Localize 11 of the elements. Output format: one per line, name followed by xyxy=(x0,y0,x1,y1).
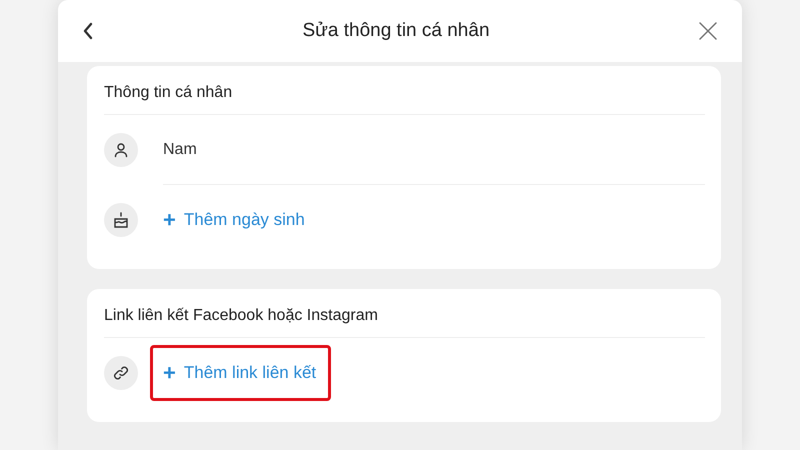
add-link[interactable]: + Thêm ngày sinh xyxy=(163,209,305,231)
gender-value: Nam xyxy=(163,140,197,158)
section-title: Link liên kết Facebook hoặc Instagram xyxy=(104,307,705,338)
cake-icon xyxy=(112,211,130,229)
back-icon xyxy=(82,22,94,40)
section-title: Thông tin cá nhân xyxy=(104,84,705,115)
dialog-title: Sửa thông tin cá nhân xyxy=(302,20,490,42)
add-link[interactable]: + Thêm link liên kết xyxy=(150,345,332,401)
close-icon xyxy=(698,21,718,41)
person-icon xyxy=(113,142,129,158)
link-icon xyxy=(112,364,130,382)
